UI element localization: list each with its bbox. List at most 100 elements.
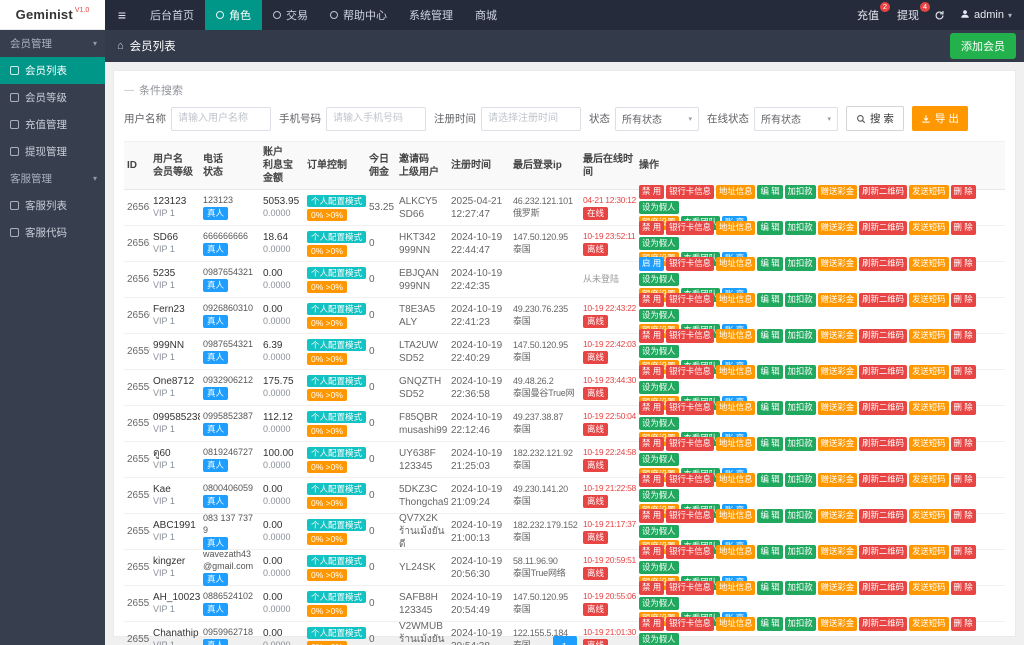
action-button[interactable]: 银行卡信息	[666, 329, 714, 342]
action-button[interactable]: 赠送彩金	[818, 185, 858, 198]
action-button[interactable]: 删 除	[951, 401, 976, 414]
action-button[interactable]: 设为假人	[639, 525, 679, 538]
action-button[interactable]: 加扣款	[785, 221, 816, 234]
action-button[interactable]: 地址信息	[716, 329, 756, 342]
action-button[interactable]: 删 除	[951, 329, 976, 342]
action-button[interactable]: 编 辑	[757, 437, 782, 450]
sidebar-item[interactable]: 客服管理 ▾	[0, 165, 105, 192]
action-button[interactable]: 赠送彩金	[818, 221, 858, 234]
action-button[interactable]: 加扣款	[785, 581, 816, 594]
action-button[interactable]: 地址信息	[716, 545, 756, 558]
search-button[interactable]: 搜 索	[846, 106, 904, 131]
action-button[interactable]: 删 除	[951, 221, 976, 234]
action-button[interactable]: 发送短码	[909, 473, 949, 486]
action-button[interactable]: 设为假人	[639, 453, 679, 466]
search-field-select[interactable]: 所有状态 ▾	[754, 107, 838, 131]
action-button[interactable]: 删 除	[951, 185, 976, 198]
action-button[interactable]: 设为假人	[639, 201, 679, 214]
action-button[interactable]: 加扣款	[785, 473, 816, 486]
toggle-status-button[interactable]: 禁 用	[639, 293, 664, 306]
toggle-status-button[interactable]: 禁 用	[639, 221, 664, 234]
action-button[interactable]: 编 辑	[757, 293, 782, 306]
action-button[interactable]: 银行卡信息	[666, 293, 714, 306]
action-button[interactable]: 加扣款	[785, 437, 816, 450]
quick-link[interactable]: 提现 4	[897, 7, 919, 23]
action-button[interactable]: 设为假人	[639, 273, 679, 286]
action-button[interactable]: 地址信息	[716, 293, 756, 306]
action-button[interactable]: 银行卡信息	[666, 185, 714, 198]
action-button[interactable]: 编 辑	[757, 509, 782, 522]
search-field-select[interactable]: 所有状态 ▾	[615, 107, 699, 131]
export-button[interactable]: 导 出	[912, 106, 968, 131]
nav-item[interactable]: 交易	[262, 0, 319, 30]
action-button[interactable]: 发送短码	[909, 185, 949, 198]
action-button[interactable]: 删 除	[951, 581, 976, 594]
action-button[interactable]: 设为假人	[639, 345, 679, 358]
action-button[interactable]: 刷新二维码	[859, 509, 907, 522]
toggle-status-button[interactable]: 禁 用	[639, 365, 664, 378]
nav-item[interactable]: 角色	[205, 0, 262, 30]
action-button[interactable]: 加扣款	[785, 257, 816, 270]
action-button[interactable]: 设为假人	[639, 633, 679, 645]
nav-item[interactable]: 后台首页	[139, 0, 205, 30]
action-button[interactable]: 银行卡信息	[666, 509, 714, 522]
toggle-status-button[interactable]: 禁 用	[639, 545, 664, 558]
toggle-status-button[interactable]: 禁 用	[639, 185, 664, 198]
quick-link[interactable]: 充值 2	[857, 7, 879, 23]
action-button[interactable]: 删 除	[951, 437, 976, 450]
action-button[interactable]: 编 辑	[757, 617, 782, 630]
action-button[interactable]: 加扣款	[785, 365, 816, 378]
action-button[interactable]: 编 辑	[757, 329, 782, 342]
action-button[interactable]: 发送短码	[909, 617, 949, 630]
menu-toggle-button[interactable]: ≡	[105, 7, 139, 23]
action-button[interactable]: 地址信息	[716, 509, 756, 522]
action-button[interactable]: 设为假人	[639, 417, 679, 430]
action-button[interactable]: 刷新二维码	[859, 329, 907, 342]
action-button[interactable]: 刷新二维码	[859, 185, 907, 198]
action-button[interactable]: 删 除	[951, 545, 976, 558]
action-button[interactable]: 刷新二维码	[859, 221, 907, 234]
action-button[interactable]: 设为假人	[639, 561, 679, 574]
action-button[interactable]: 地址信息	[716, 473, 756, 486]
action-button[interactable]: 加扣款	[785, 329, 816, 342]
action-button[interactable]: 加扣款	[785, 293, 816, 306]
sidebar-item[interactable]: 会员等级	[0, 84, 105, 111]
user-menu[interactable]: admin ▾	[960, 9, 1012, 22]
action-button[interactable]: 发送短码	[909, 401, 949, 414]
action-button[interactable]: 银行卡信息	[666, 401, 714, 414]
action-button[interactable]: 加扣款	[785, 185, 816, 198]
toggle-status-button[interactable]: 禁 用	[639, 473, 664, 486]
action-button[interactable]: 发送短码	[909, 293, 949, 306]
action-button[interactable]: 设为假人	[639, 489, 679, 502]
action-button[interactable]: 赠送彩金	[818, 581, 858, 594]
toggle-status-button[interactable]: 禁 用	[639, 617, 664, 630]
action-button[interactable]: 删 除	[951, 473, 976, 486]
action-button[interactable]: 发送短码	[909, 329, 949, 342]
action-button[interactable]: 编 辑	[757, 545, 782, 558]
action-button[interactable]: 设为假人	[639, 237, 679, 250]
action-button[interactable]: 银行卡信息	[666, 437, 714, 450]
action-button[interactable]: 银行卡信息	[666, 257, 714, 270]
action-button[interactable]: 地址信息	[716, 401, 756, 414]
action-button[interactable]: 编 辑	[757, 257, 782, 270]
action-button[interactable]: 发送短码	[909, 437, 949, 450]
action-button[interactable]: 设为假人	[639, 381, 679, 394]
action-button[interactable]: 删 除	[951, 293, 976, 306]
action-button[interactable]: 赠送彩金	[818, 293, 858, 306]
sidebar-item[interactable]: 会员列表	[0, 57, 105, 84]
action-button[interactable]: 编 辑	[757, 401, 782, 414]
action-button[interactable]: 刷新二维码	[859, 365, 907, 378]
action-button[interactable]: 赠送彩金	[818, 473, 858, 486]
action-button[interactable]: 赠送彩金	[818, 329, 858, 342]
action-button[interactable]: 发送短码	[909, 221, 949, 234]
action-button[interactable]: 地址信息	[716, 581, 756, 594]
sidebar-item[interactable]: 客服代码	[0, 219, 105, 246]
action-button[interactable]: 银行卡信息	[666, 221, 714, 234]
action-button[interactable]: 赠送彩金	[818, 401, 858, 414]
action-button[interactable]: 地址信息	[716, 257, 756, 270]
action-button[interactable]: 赠送彩金	[818, 617, 858, 630]
nav-item[interactable]: 系统管理	[398, 0, 464, 30]
sidebar-item[interactable]: 充值管理	[0, 111, 105, 138]
action-button[interactable]: 银行卡信息	[666, 473, 714, 486]
action-button[interactable]: 编 辑	[757, 365, 782, 378]
